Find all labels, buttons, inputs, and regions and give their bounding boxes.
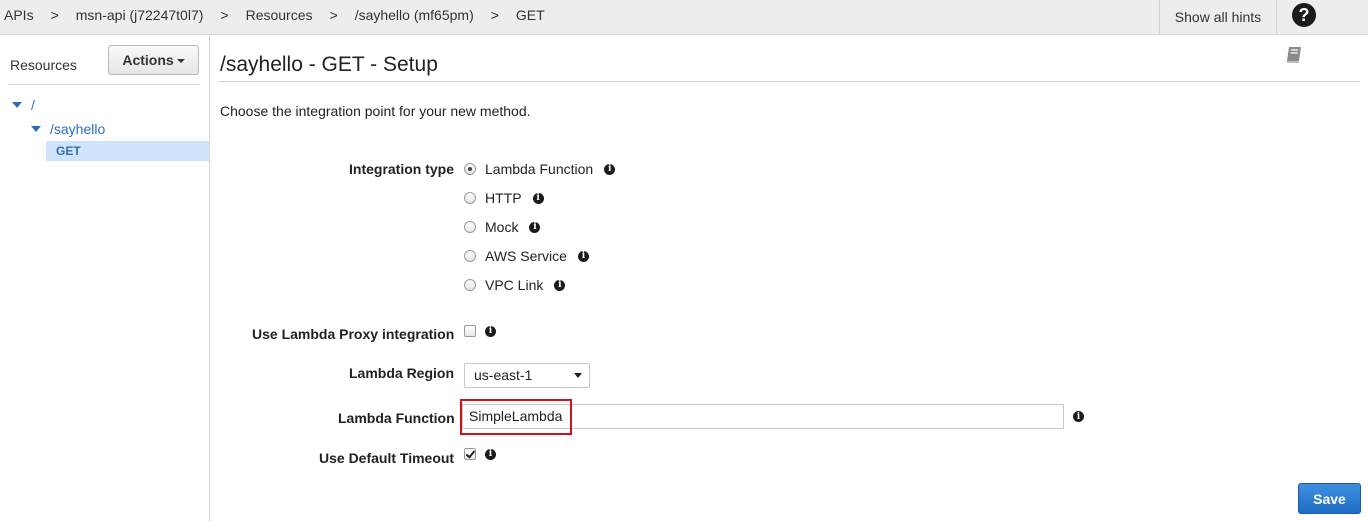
lambda-region-select[interactable]: us-east-1 [464, 363, 590, 388]
tree-item-get[interactable]: GET [46, 141, 209, 161]
lambda-region-value: us-east-1 [474, 367, 533, 383]
show-all-hints-button[interactable]: Show all hints [1159, 0, 1277, 34]
radio-label: Lambda Function [485, 161, 594, 177]
radio-lambda-function[interactable]: Lambda Function i [464, 161, 616, 177]
tree-item-label: /sayhello [50, 121, 106, 137]
radio-button[interactable] [464, 221, 476, 233]
integration-type-label: Integration type [349, 161, 455, 177]
breadcrumb: APIs > msn-api (j72247t0l7) > Resources … [4, 0, 545, 30]
breadcrumb-separator: > [490, 7, 499, 23]
radio-label: AWS Service [485, 248, 567, 264]
intro-text: Choose the integration point for your ne… [220, 103, 531, 119]
top-bar: APIs > msn-api (j72247t0l7) > Resources … [0, 0, 1368, 35]
default-timeout-control: i [464, 448, 496, 460]
divider [8, 84, 200, 85]
breadcrumb-separator: > [329, 7, 338, 23]
tree-item-label: / [31, 97, 35, 113]
breadcrumb-separator: > [50, 7, 59, 23]
info-icon[interactable]: i [485, 448, 496, 460]
breadcrumb-resource[interactable]: /sayhello (mf65pm) [355, 7, 474, 23]
tree-item-sayhello[interactable]: /sayhello [31, 121, 105, 137]
radio-mock[interactable]: Mock i [464, 219, 541, 235]
tree-expand-icon[interactable] [12, 102, 22, 108]
tree-item-root[interactable]: / [12, 97, 35, 113]
breadcrumb-method[interactable]: GET [516, 7, 545, 23]
lambda-region-label: Lambda Region [349, 365, 455, 381]
tree-expand-icon[interactable] [31, 126, 41, 132]
help-icon[interactable]: ? [1292, 3, 1316, 27]
lambda-function-label: Lambda Function [338, 410, 455, 426]
default-timeout-label: Use Default Timeout [319, 450, 455, 466]
info-icon[interactable]: i [554, 279, 566, 291]
radio-http[interactable]: HTTP i [464, 190, 544, 206]
lambda-function-input[interactable]: SimpleLambda [462, 404, 1064, 429]
lambda-proxy-label: Use Lambda Proxy integration [252, 326, 455, 342]
resources-title: Resources [10, 57, 77, 73]
info-icon[interactable]: i [577, 250, 589, 262]
info-icon[interactable]: i [1073, 411, 1084, 422]
breadcrumb-resources[interactable]: Resources [246, 7, 313, 23]
radio-label: Mock [485, 219, 519, 235]
actions-label: Actions [122, 52, 174, 68]
info-icon[interactable]: i [532, 192, 544, 204]
radio-aws-service[interactable]: AWS Service i [464, 248, 589, 264]
book-icon[interactable] [1284, 45, 1304, 65]
default-timeout-checkbox[interactable] [464, 448, 476, 460]
radio-button[interactable] [464, 250, 476, 262]
info-icon[interactable]: i [604, 163, 616, 175]
page-title: /sayhello - GET - Setup [220, 53, 438, 76]
caret-down-icon [176, 59, 185, 63]
breadcrumb-separator: > [220, 7, 229, 23]
breadcrumb-api[interactable]: msn-api (j72247t0l7) [76, 7, 204, 23]
divider [218, 81, 1360, 82]
lambda-proxy-control: i [464, 325, 496, 337]
actions-button[interactable]: Actions [108, 45, 199, 75]
radio-button[interactable] [464, 192, 476, 204]
save-button[interactable]: Save [1298, 483, 1361, 514]
radio-vpc-link[interactable]: VPC Link i [464, 277, 566, 293]
info-icon[interactable]: i [529, 221, 541, 233]
radio-button[interactable] [464, 163, 476, 175]
lambda-proxy-checkbox[interactable] [464, 325, 476, 337]
radio-label: VPC Link [485, 277, 544, 293]
caret-down-icon [574, 373, 582, 378]
breadcrumb-apis[interactable]: APIs [4, 7, 34, 23]
info-icon[interactable]: i [485, 325, 496, 337]
radio-button[interactable] [464, 279, 476, 291]
resources-sidebar: Resources Actions / /sayhello GET [0, 35, 210, 521]
radio-label: HTTP [485, 190, 522, 206]
